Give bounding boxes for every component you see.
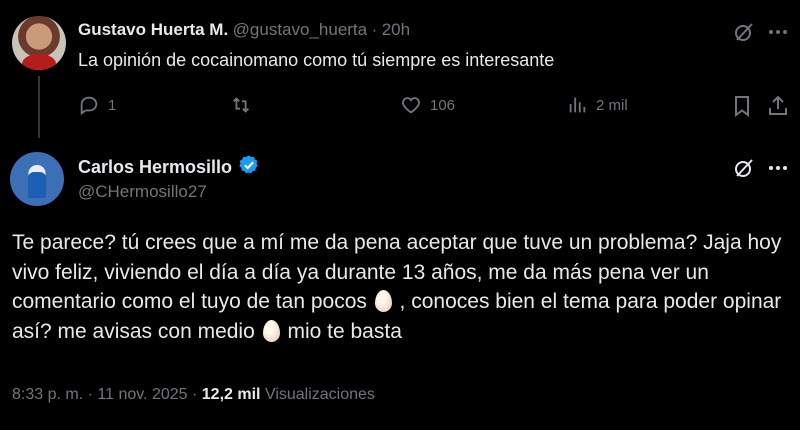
main-grok-button[interactable] (732, 156, 756, 185)
tweet-date[interactable]: 11 nov. 2025 (97, 386, 187, 403)
views-total: 12,2 mil (201, 386, 261, 403)
like-count: 106 (430, 96, 456, 114)
reply-separator: · (371, 20, 378, 39)
reply-share-button[interactable] (766, 94, 790, 123)
views-count: 2 mil (596, 96, 628, 114)
reply-time[interactable]: 20h (382, 20, 410, 39)
reply-like-button[interactable]: 106 (400, 94, 455, 116)
main-tweet-text: Te parece? tú crees que a mí me da pena … (12, 228, 792, 346)
egg-emoji (262, 319, 280, 342)
thread-line (38, 76, 40, 138)
main-author-handle[interactable]: @CHermosillo27 (78, 182, 207, 202)
verified-icon (239, 155, 258, 174)
footer-dot: · (192, 386, 198, 403)
main-author-avatar[interactable] (10, 152, 64, 206)
tweet-footer: 8:33 p. m. · 11 nov. 2025 · 12,2 mil Vis… (12, 386, 375, 404)
reply-text: La opinión de cocainomano como tú siempr… (78, 50, 555, 70)
grok-icon (735, 159, 753, 177)
main-author-row: Carlos Hermosillo (78, 154, 260, 181)
grok-icon (735, 23, 753, 41)
main-author-name[interactable]: Carlos Hermosillo (78, 157, 232, 178)
main-more-button[interactable] (766, 156, 790, 185)
views-label: Visualizaciones (264, 386, 375, 403)
share-icon (769, 95, 787, 115)
reply-bookmark-button[interactable] (730, 94, 754, 123)
reply-more-button[interactable] (766, 20, 790, 49)
reply-author-name[interactable]: Gustavo Huerta M. (78, 20, 228, 39)
views-icon (569, 97, 586, 113)
footer-dot: · (87, 386, 93, 403)
reply-author-handle[interactable]: @gustavo_huerta (233, 20, 367, 39)
bookmark-icon (735, 96, 749, 117)
reply-views-button[interactable]: 2 mil (566, 94, 628, 116)
reply-reply-button[interactable]: 1 (78, 94, 116, 116)
verified-badge (238, 154, 260, 181)
reply-author-avatar[interactable] (12, 16, 66, 70)
reply-header: Gustavo Huerta M. @gustavo_huerta · 20h (78, 20, 410, 40)
reply-icon (80, 96, 98, 116)
more-icon (769, 166, 787, 170)
egg-emoji (374, 290, 392, 312)
like-icon (402, 97, 420, 114)
tweet-time[interactable]: 8:33 p. m. (12, 386, 83, 403)
more-icon (769, 30, 787, 34)
reply-grok-button[interactable] (732, 20, 756, 49)
main-text-part-3: mio te basta (281, 319, 402, 343)
repost-icon (233, 97, 249, 113)
reply-repost-button[interactable] (230, 94, 260, 116)
reply-count: 1 (108, 96, 117, 114)
